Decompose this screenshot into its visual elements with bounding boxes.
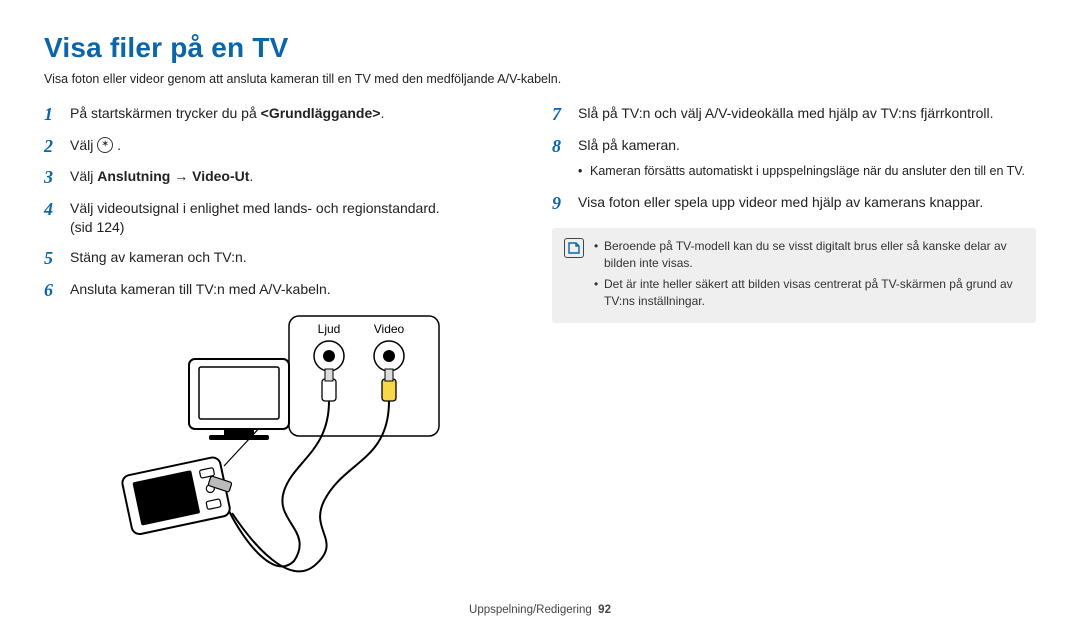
step-text-end: . [380, 105, 384, 121]
step-text: Välj [70, 137, 97, 153]
step-number: 2 [44, 136, 60, 158]
step-5: 5 Stäng av kameran och TV:n. [44, 248, 528, 270]
step-number: 3 [44, 167, 60, 189]
note-item: Beroende på TV-modell kan du se visst di… [594, 238, 1024, 272]
step-number: 6 [44, 280, 60, 302]
note-item: Det är inte heller säkert att bilden vis… [594, 276, 1024, 310]
step-6: 6 Ansluta kameran till TV:n med A/V-kabe… [44, 280, 528, 302]
footer-page-number: 92 [598, 604, 611, 616]
step-number: 8 [552, 136, 568, 158]
step-1: 1 På startskärmen trycker du på <Grundlä… [44, 104, 528, 126]
left-column: 1 På startskärmen trycker du på <Grundlä… [44, 104, 528, 596]
step-bold: Anslutning → Video-Ut [97, 168, 249, 184]
step-text: På startskärmen trycker du på [70, 105, 261, 121]
step-subtext: Kameran försätts automatiskt i uppspelni… [578, 163, 1036, 181]
step-8: 8 Slå på kameran. Kameran försätts autom… [552, 136, 1036, 183]
step-text: Slå på kameran. [578, 137, 680, 153]
audio-label: Ljud [318, 322, 341, 336]
step-number: 9 [552, 193, 568, 215]
footer-section: Uppspelning/Redigering [469, 604, 592, 616]
step-number: 1 [44, 104, 60, 126]
page-footer: Uppspelning/Redigering 92 [0, 604, 1080, 616]
step-page-ref: (sid 124) [70, 219, 124, 235]
gear-icon [97, 137, 113, 153]
note-box: Beroende på TV-modell kan du se visst di… [552, 228, 1036, 323]
step-3: 3 Välj Anslutning → Video-Ut. [44, 167, 528, 189]
step-text: Visa foton eller spela upp videor med hj… [578, 193, 1036, 213]
connection-diagram: Ljud Video [114, 311, 528, 596]
step-text: Välj videoutsignal i enlighet med lands-… [70, 200, 440, 216]
step-2: 2 Välj . [44, 136, 528, 158]
intro-text: Visa foton eller videor genom att anslut… [44, 72, 1036, 86]
step-4: 4 Välj videoutsignal i enlighet med land… [44, 199, 528, 238]
step-text: Slå på TV:n och välj A/V-videokälla med … [578, 104, 1036, 124]
step-7: 7 Slå på TV:n och välj A/V-videokälla me… [552, 104, 1036, 126]
page-title: Visa filer på en TV [44, 32, 1036, 64]
right-column: 7 Slå på TV:n och välj A/V-videokälla me… [552, 104, 1036, 596]
step-text-end: . [249, 168, 253, 184]
step-number: 7 [552, 104, 568, 126]
step-9: 9 Visa foton eller spela upp videor med … [552, 193, 1036, 215]
step-number: 4 [44, 199, 60, 221]
step-text: Ansluta kameran till TV:n med A/V-kabeln… [70, 280, 528, 300]
step-text: Stäng av kameran och TV:n. [70, 248, 528, 268]
step-number: 5 [44, 248, 60, 270]
video-label: Video [374, 322, 405, 336]
step-text: Välj [70, 168, 97, 184]
step-text-end: . [117, 137, 121, 153]
note-icon [564, 238, 584, 258]
step-bold: <Grundläggande> [261, 105, 381, 121]
